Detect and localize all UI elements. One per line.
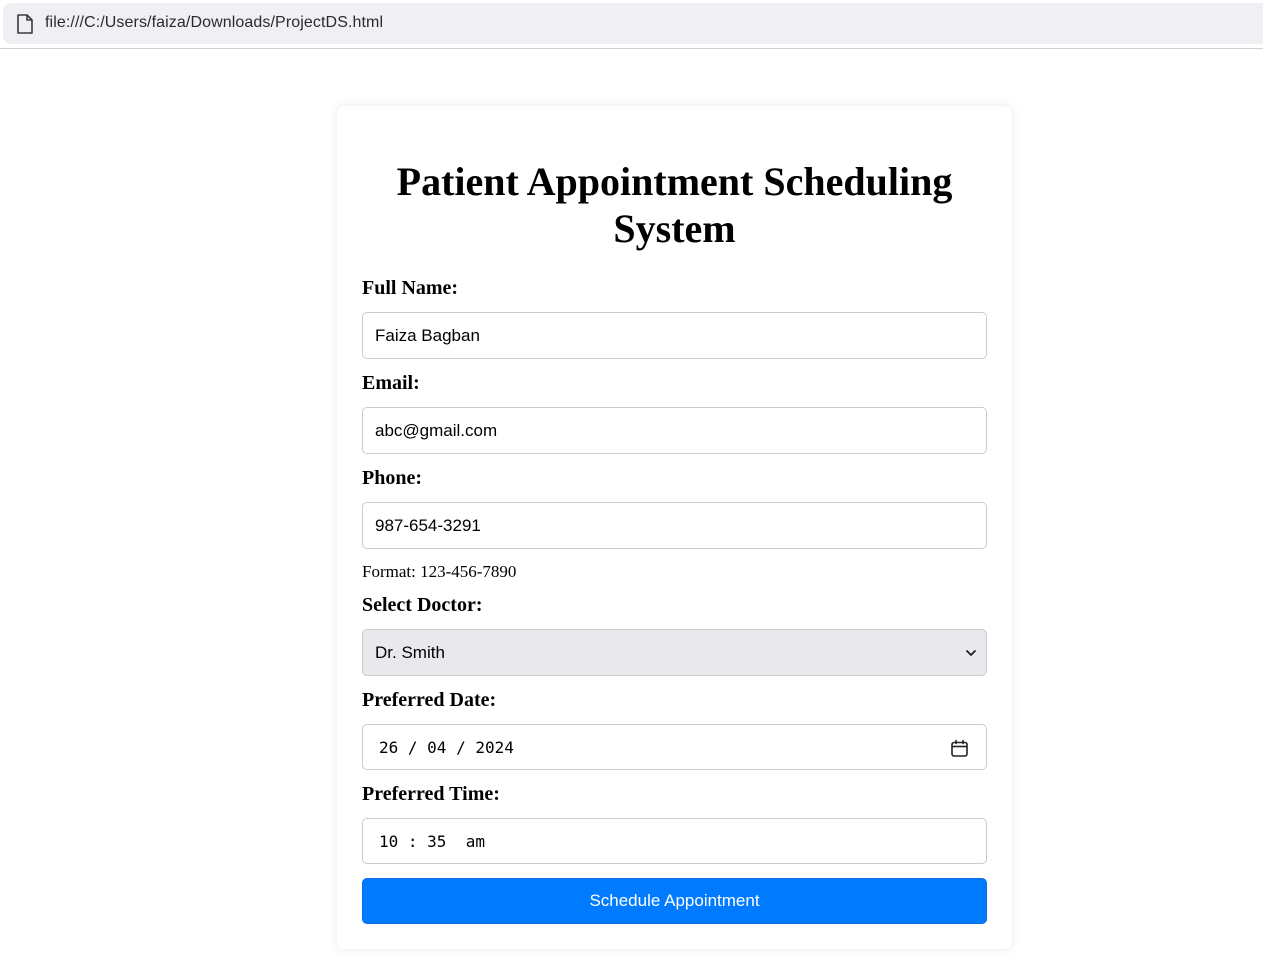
time-value: 10 : 35 am xyxy=(379,831,485,851)
schedule-appointment-button[interactable]: Schedule Appointment xyxy=(362,878,987,924)
date-value: 26 / 04 / 2024 xyxy=(379,737,514,757)
time-label: Preferred Time: xyxy=(362,783,500,805)
phone-label: Phone: xyxy=(362,467,422,489)
toolbar-divider xyxy=(0,48,1263,49)
phone-input[interactable]: 987-654-3291 xyxy=(362,502,987,549)
time-input[interactable]: 10 : 35 am xyxy=(362,818,987,864)
page-icon xyxy=(17,14,33,34)
phone-value: 987-654-3291 xyxy=(375,515,481,535)
email-label: Email: xyxy=(362,372,420,394)
chevron-down-icon xyxy=(966,650,976,656)
url-text[interactable]: file:///C:/Users/faiza/Downloads/Project… xyxy=(45,14,383,32)
calendar-icon[interactable] xyxy=(950,739,969,758)
email-input[interactable]: abc@gmail.com xyxy=(362,407,987,454)
doctor-label: Select Doctor: xyxy=(362,594,483,616)
page-title: Patient Appointment Scheduling System xyxy=(396,159,953,251)
doctor-selected-value: Dr. Smith xyxy=(375,642,445,662)
full-name-value: Faiza Bagban xyxy=(375,325,480,345)
appointment-form-card: Patient Appointment Scheduling System Fu… xyxy=(337,106,1012,949)
date-label: Preferred Date: xyxy=(362,689,497,711)
email-value: abc@gmail.com xyxy=(375,420,498,440)
date-input[interactable]: 26 / 04 / 2024 xyxy=(362,724,987,770)
doctor-select[interactable]: Dr. Smith xyxy=(362,629,987,676)
full-name-label: Full Name: xyxy=(362,277,459,299)
address-bar[interactable]: file:///C:/Users/faiza/Downloads/Project… xyxy=(3,3,1263,44)
full-name-input[interactable]: Faiza Bagban xyxy=(362,312,987,359)
phone-format-hint: Format: 123-456-7890 xyxy=(362,562,517,581)
